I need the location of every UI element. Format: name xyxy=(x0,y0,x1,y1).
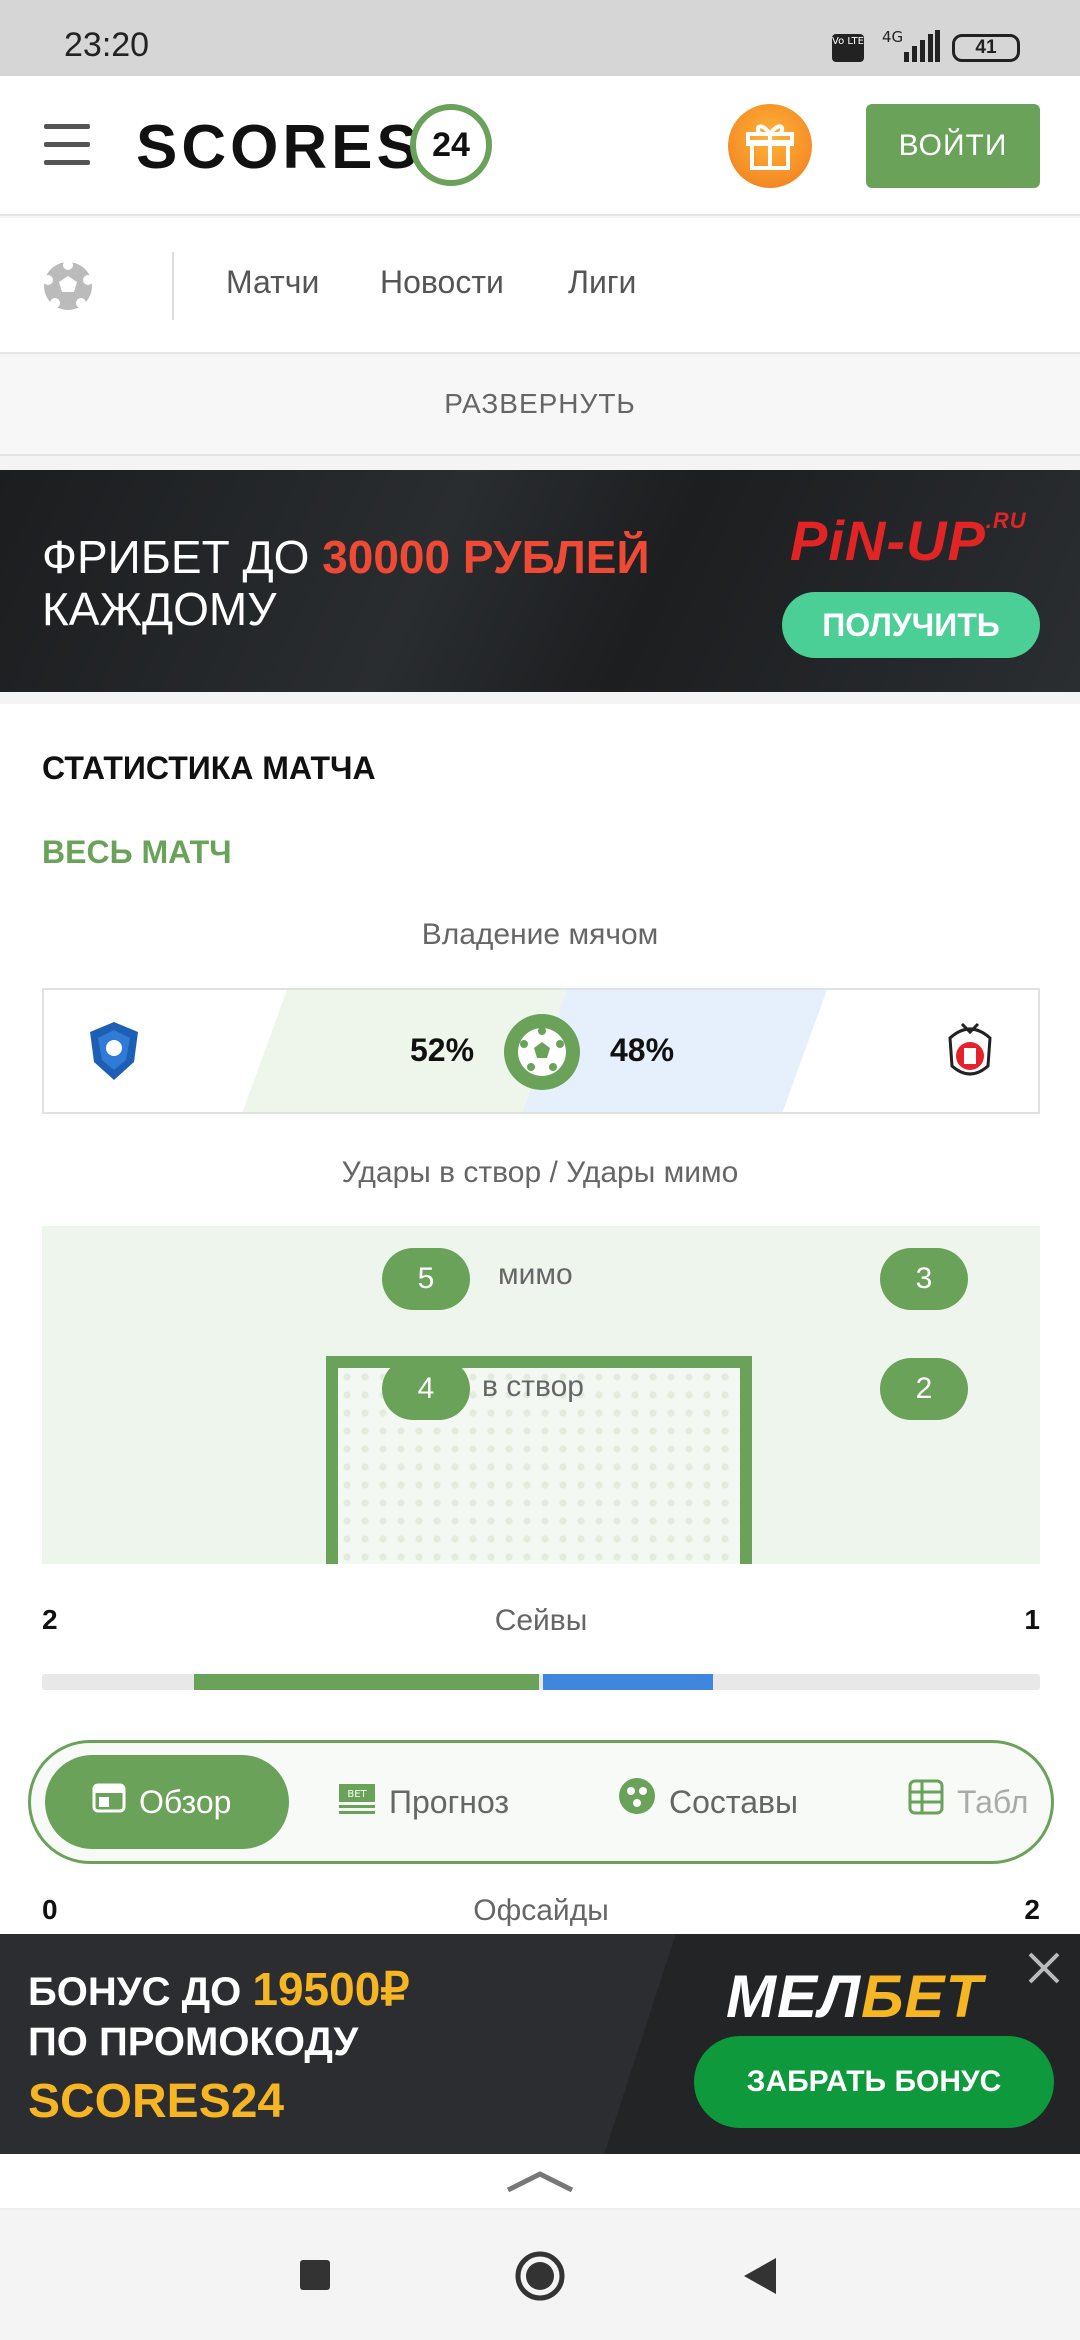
melbet-line1: БОНУС ДО 19500₽ xyxy=(28,1963,410,2015)
home-team-logo xyxy=(90,1022,138,1080)
bet-icon: BET xyxy=(337,1758,377,1852)
promo-line1: ФРИБЕТ ДО 30000 РУБЛЕЙ xyxy=(42,531,650,583)
melbet-promocode: SCORES24 xyxy=(28,2075,285,2128)
login-button[interactable]: ВОЙТИ xyxy=(866,104,1040,188)
tab-overview[interactable]: Обзор xyxy=(45,1755,289,1849)
pinup-logo: PiN-UP.RU xyxy=(790,508,1027,572)
get-bonus-button[interactable]: ПОЛУЧИТЬ xyxy=(782,592,1040,658)
football-icon xyxy=(504,1014,580,1090)
saves-away-fill xyxy=(543,1674,713,1690)
tab-lineups[interactable]: Составы xyxy=(617,1755,798,1849)
nav-divider xyxy=(172,252,174,320)
off-target-label: мимо xyxy=(498,1258,573,1291)
overview-icon xyxy=(91,1758,127,1852)
stats-title: СТАТИСТИКА МАТЧА xyxy=(42,750,376,786)
nav-link-matches[interactable]: Матчи xyxy=(226,264,319,301)
recents-icon[interactable] xyxy=(298,2258,332,2292)
promo-banner-melbet[interactable]: БОНУС ДО 19500₽ ПО ПРОМОКОДУ SCORES24 МЕ… xyxy=(0,1934,1080,2154)
saves-home-fill xyxy=(194,1674,539,1690)
away-team-logo xyxy=(948,1022,992,1076)
saves-row: 2 Сейвы 1 xyxy=(42,1604,1040,1644)
expand-button[interactable]: РАЗВЕРНУТЬ xyxy=(0,356,1080,456)
gift-icon[interactable] xyxy=(728,104,812,188)
claim-bonus-button[interactable]: ЗАБРАТЬ БОНУС xyxy=(694,2036,1054,2128)
melbet-logo: МЕЛБЕТ xyxy=(726,1963,984,2030)
away-shots-off-target: 3 xyxy=(880,1248,968,1310)
possession-home-value: 52% xyxy=(410,1032,475,1068)
melbet-amount: 19500₽ xyxy=(252,1963,410,2015)
chevron-up-icon xyxy=(506,2171,574,2193)
melbet-line2: ПО ПРОМОКОДУ xyxy=(28,2020,359,2064)
away-shots-on-target: 2 xyxy=(880,1358,968,1420)
back-icon[interactable] xyxy=(742,2256,778,2296)
promo-line2: КАЖДОМУ xyxy=(42,583,277,635)
lineups-icon xyxy=(617,1758,657,1852)
battery-icon: 41 xyxy=(952,34,1020,62)
table-icon xyxy=(907,1758,945,1852)
svg-text:BET: BET xyxy=(347,1789,367,1800)
possession-bar: 52% 48% xyxy=(42,988,1040,1114)
system-nav-bar xyxy=(0,2210,1080,2340)
football-icon[interactable] xyxy=(42,260,94,312)
tab-table[interactable]: Табл xyxy=(907,1755,1028,1849)
sport-nav: Матчи Новости Лиги xyxy=(0,218,1080,354)
on-target-label: в створ xyxy=(482,1370,584,1403)
possession-label: Владение мячом xyxy=(421,918,659,951)
top-header: SCORES 24 ВОЙТИ xyxy=(0,76,1080,216)
collapse-handle[interactable] xyxy=(0,2154,1080,2210)
close-icon[interactable] xyxy=(1024,1948,1064,1988)
tab-prediction[interactable]: BET Прогноз xyxy=(337,1755,509,1849)
offsides-row: 0 Офсайды 2 xyxy=(42,1894,1040,1934)
offsides-away-value: 2 xyxy=(1024,1894,1040,1925)
nav-link-news[interactable]: Новости xyxy=(380,264,504,301)
home-shots-off-target: 5 xyxy=(382,1248,470,1310)
shots-field: 5 мимо 3 4 в створ 2 xyxy=(42,1226,1040,1564)
period-selector[interactable]: ВЕСЬ МАТЧ xyxy=(42,834,232,871)
expand-label: РАЗВЕРНУТЬ xyxy=(444,388,636,419)
home-shots-on-target: 4 xyxy=(382,1358,470,1420)
match-tabs: Обзор BET Прогноз Составы Табл xyxy=(28,1740,1054,1864)
promo-banner-pinup[interactable]: ФРИБЕТ ДО 30000 РУБЛЕЙ КАЖДОМУ PiN-UP.RU… xyxy=(0,470,1080,692)
promo-amount: 30000 РУБЛЕЙ xyxy=(322,531,650,583)
nav-link-leagues[interactable]: Лиги xyxy=(568,264,636,301)
network-type: 4G xyxy=(882,28,904,46)
saves-label: Сейвы xyxy=(494,1604,588,1637)
shots-label: Удары в створ / Удары мимо xyxy=(341,1156,739,1189)
signal-icon xyxy=(904,30,940,62)
saves-bar xyxy=(42,1674,1040,1690)
logo-badge[interactable]: 24 xyxy=(410,104,492,186)
status-bar: 23:20 Vo LTE 4G 41 xyxy=(0,0,1080,76)
possession-away-value: 48% xyxy=(610,1032,675,1068)
menu-icon[interactable] xyxy=(44,124,90,166)
home-icon[interactable] xyxy=(514,2250,566,2302)
status-time: 23:20 xyxy=(64,26,150,64)
offsides-label: Офсайды xyxy=(473,1894,609,1927)
volte-icon: Vo LTE xyxy=(832,34,864,62)
saves-away-value: 1 xyxy=(1024,1604,1040,1635)
logo[interactable]: SCORES xyxy=(136,112,422,183)
